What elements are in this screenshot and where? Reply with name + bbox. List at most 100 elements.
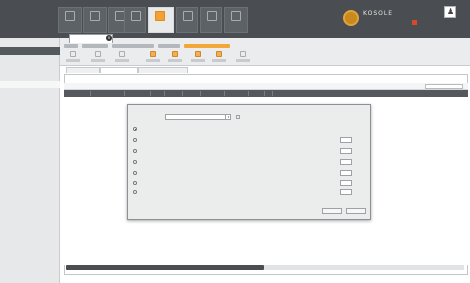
row-radio[interactable] xyxy=(133,160,137,164)
breadcrumb-item[interactable] xyxy=(81,44,108,48)
toolbar-label xyxy=(236,59,250,62)
chart-icon xyxy=(90,11,100,21)
option-radio[interactable] xyxy=(133,127,137,131)
row-label xyxy=(140,160,236,164)
sidebar-item[interactable] xyxy=(3,92,49,96)
brand-name: KOSOLE xyxy=(363,10,393,17)
view-tab[interactable] xyxy=(66,67,100,73)
row-radio[interactable] xyxy=(133,181,137,185)
close-icon[interactable]: × xyxy=(106,35,112,41)
toolbar-icon[interactable] xyxy=(240,51,246,57)
row-input[interactable] xyxy=(340,148,352,154)
row-unit xyxy=(354,181,360,185)
row-label xyxy=(140,149,236,153)
toolbar-label xyxy=(66,59,80,62)
nav-tile-label xyxy=(127,27,146,30)
row-radio[interactable] xyxy=(133,149,137,153)
row-value xyxy=(310,190,336,194)
toolbar-icon[interactable] xyxy=(70,51,76,57)
column-header[interactable] xyxy=(265,91,273,96)
search-input[interactable] xyxy=(425,84,463,89)
row-value xyxy=(310,138,336,142)
row-input[interactable] xyxy=(340,189,352,195)
toolbar-label xyxy=(212,59,226,62)
nav-tile-settings[interactable] xyxy=(224,7,248,33)
toolbar-label xyxy=(146,59,160,62)
row-value xyxy=(310,171,336,175)
toolbar-icon[interactable] xyxy=(216,51,222,57)
column-header[interactable] xyxy=(183,91,201,96)
option-group-label xyxy=(140,127,200,131)
view-tab-active[interactable] xyxy=(100,67,138,73)
column-header[interactable] xyxy=(151,91,165,96)
toolbar-icon[interactable] xyxy=(150,51,156,57)
nav-tile-archive[interactable] xyxy=(200,7,222,33)
select-label xyxy=(133,115,159,119)
row-label xyxy=(140,138,236,142)
search-label xyxy=(68,85,98,89)
breadcrumb xyxy=(64,44,364,48)
search-row xyxy=(64,83,468,90)
edit-icon[interactable] xyxy=(236,115,240,119)
row-radio[interactable] xyxy=(133,171,137,175)
column-header[interactable] xyxy=(125,91,151,96)
column-header[interactable] xyxy=(91,91,125,96)
breadcrumb-item[interactable] xyxy=(111,44,154,48)
row-label xyxy=(140,181,236,185)
brand-link[interactable] xyxy=(419,21,433,24)
sidebar xyxy=(0,38,60,283)
toolbar-icon[interactable] xyxy=(95,51,101,57)
scrollbar-thumb[interactable] xyxy=(66,265,264,270)
breadcrumb-item[interactable] xyxy=(64,44,78,48)
row-input[interactable] xyxy=(340,159,352,165)
row-value xyxy=(310,149,336,153)
toolbar-label xyxy=(168,59,182,62)
user-name[interactable] xyxy=(458,7,469,13)
row-radio[interactable] xyxy=(133,190,137,194)
brand-logo-icon xyxy=(343,10,359,26)
column-header[interactable] xyxy=(225,91,249,96)
row-mid xyxy=(246,171,260,175)
column-header[interactable] xyxy=(165,91,183,96)
dialog-link[interactable] xyxy=(336,199,360,203)
view-tab[interactable] xyxy=(138,67,188,73)
chevron-down-icon[interactable]: ▾ xyxy=(225,114,231,120)
column-header[interactable] xyxy=(65,91,91,96)
row-unit xyxy=(354,149,360,153)
nav-tile-active[interactable] xyxy=(148,7,174,33)
row-input[interactable] xyxy=(340,170,352,176)
toolbar-icon[interactable] xyxy=(119,51,125,57)
select-value xyxy=(168,115,222,119)
ok-button[interactable] xyxy=(322,208,342,214)
app-logo xyxy=(14,9,48,27)
column-header[interactable] xyxy=(201,91,225,96)
nav-tile-label xyxy=(203,27,222,30)
row-mid xyxy=(246,149,260,153)
nav-tile-reports[interactable] xyxy=(83,7,107,33)
cancel-button[interactable] xyxy=(346,208,366,214)
gear-icon xyxy=(231,11,241,21)
breadcrumb-item[interactable] xyxy=(157,44,180,48)
tag-icon xyxy=(155,11,165,21)
row-value xyxy=(310,181,336,185)
nav-tile-label xyxy=(227,27,246,30)
row-input[interactable] xyxy=(340,137,352,143)
row-unit xyxy=(354,160,360,164)
nav-tile-label xyxy=(86,27,105,30)
nav-tile-search[interactable] xyxy=(176,7,198,33)
nav-tile-book[interactable] xyxy=(124,7,146,33)
sidebar-item[interactable] xyxy=(3,58,49,62)
sidebar-item[interactable] xyxy=(3,82,49,86)
toolbar-icon[interactable] xyxy=(172,51,178,57)
row-label xyxy=(140,171,236,175)
row-unit xyxy=(354,138,360,142)
row-value xyxy=(310,160,336,164)
toolbar-label xyxy=(91,59,105,62)
row-radio[interactable] xyxy=(133,138,137,142)
column-header[interactable] xyxy=(249,91,265,96)
row-input[interactable] xyxy=(340,180,352,186)
row-unit xyxy=(354,171,360,175)
nav-tile-home[interactable] xyxy=(58,7,82,33)
panel-action-link[interactable] xyxy=(450,76,464,80)
toolbar-icon[interactable] xyxy=(195,51,201,57)
